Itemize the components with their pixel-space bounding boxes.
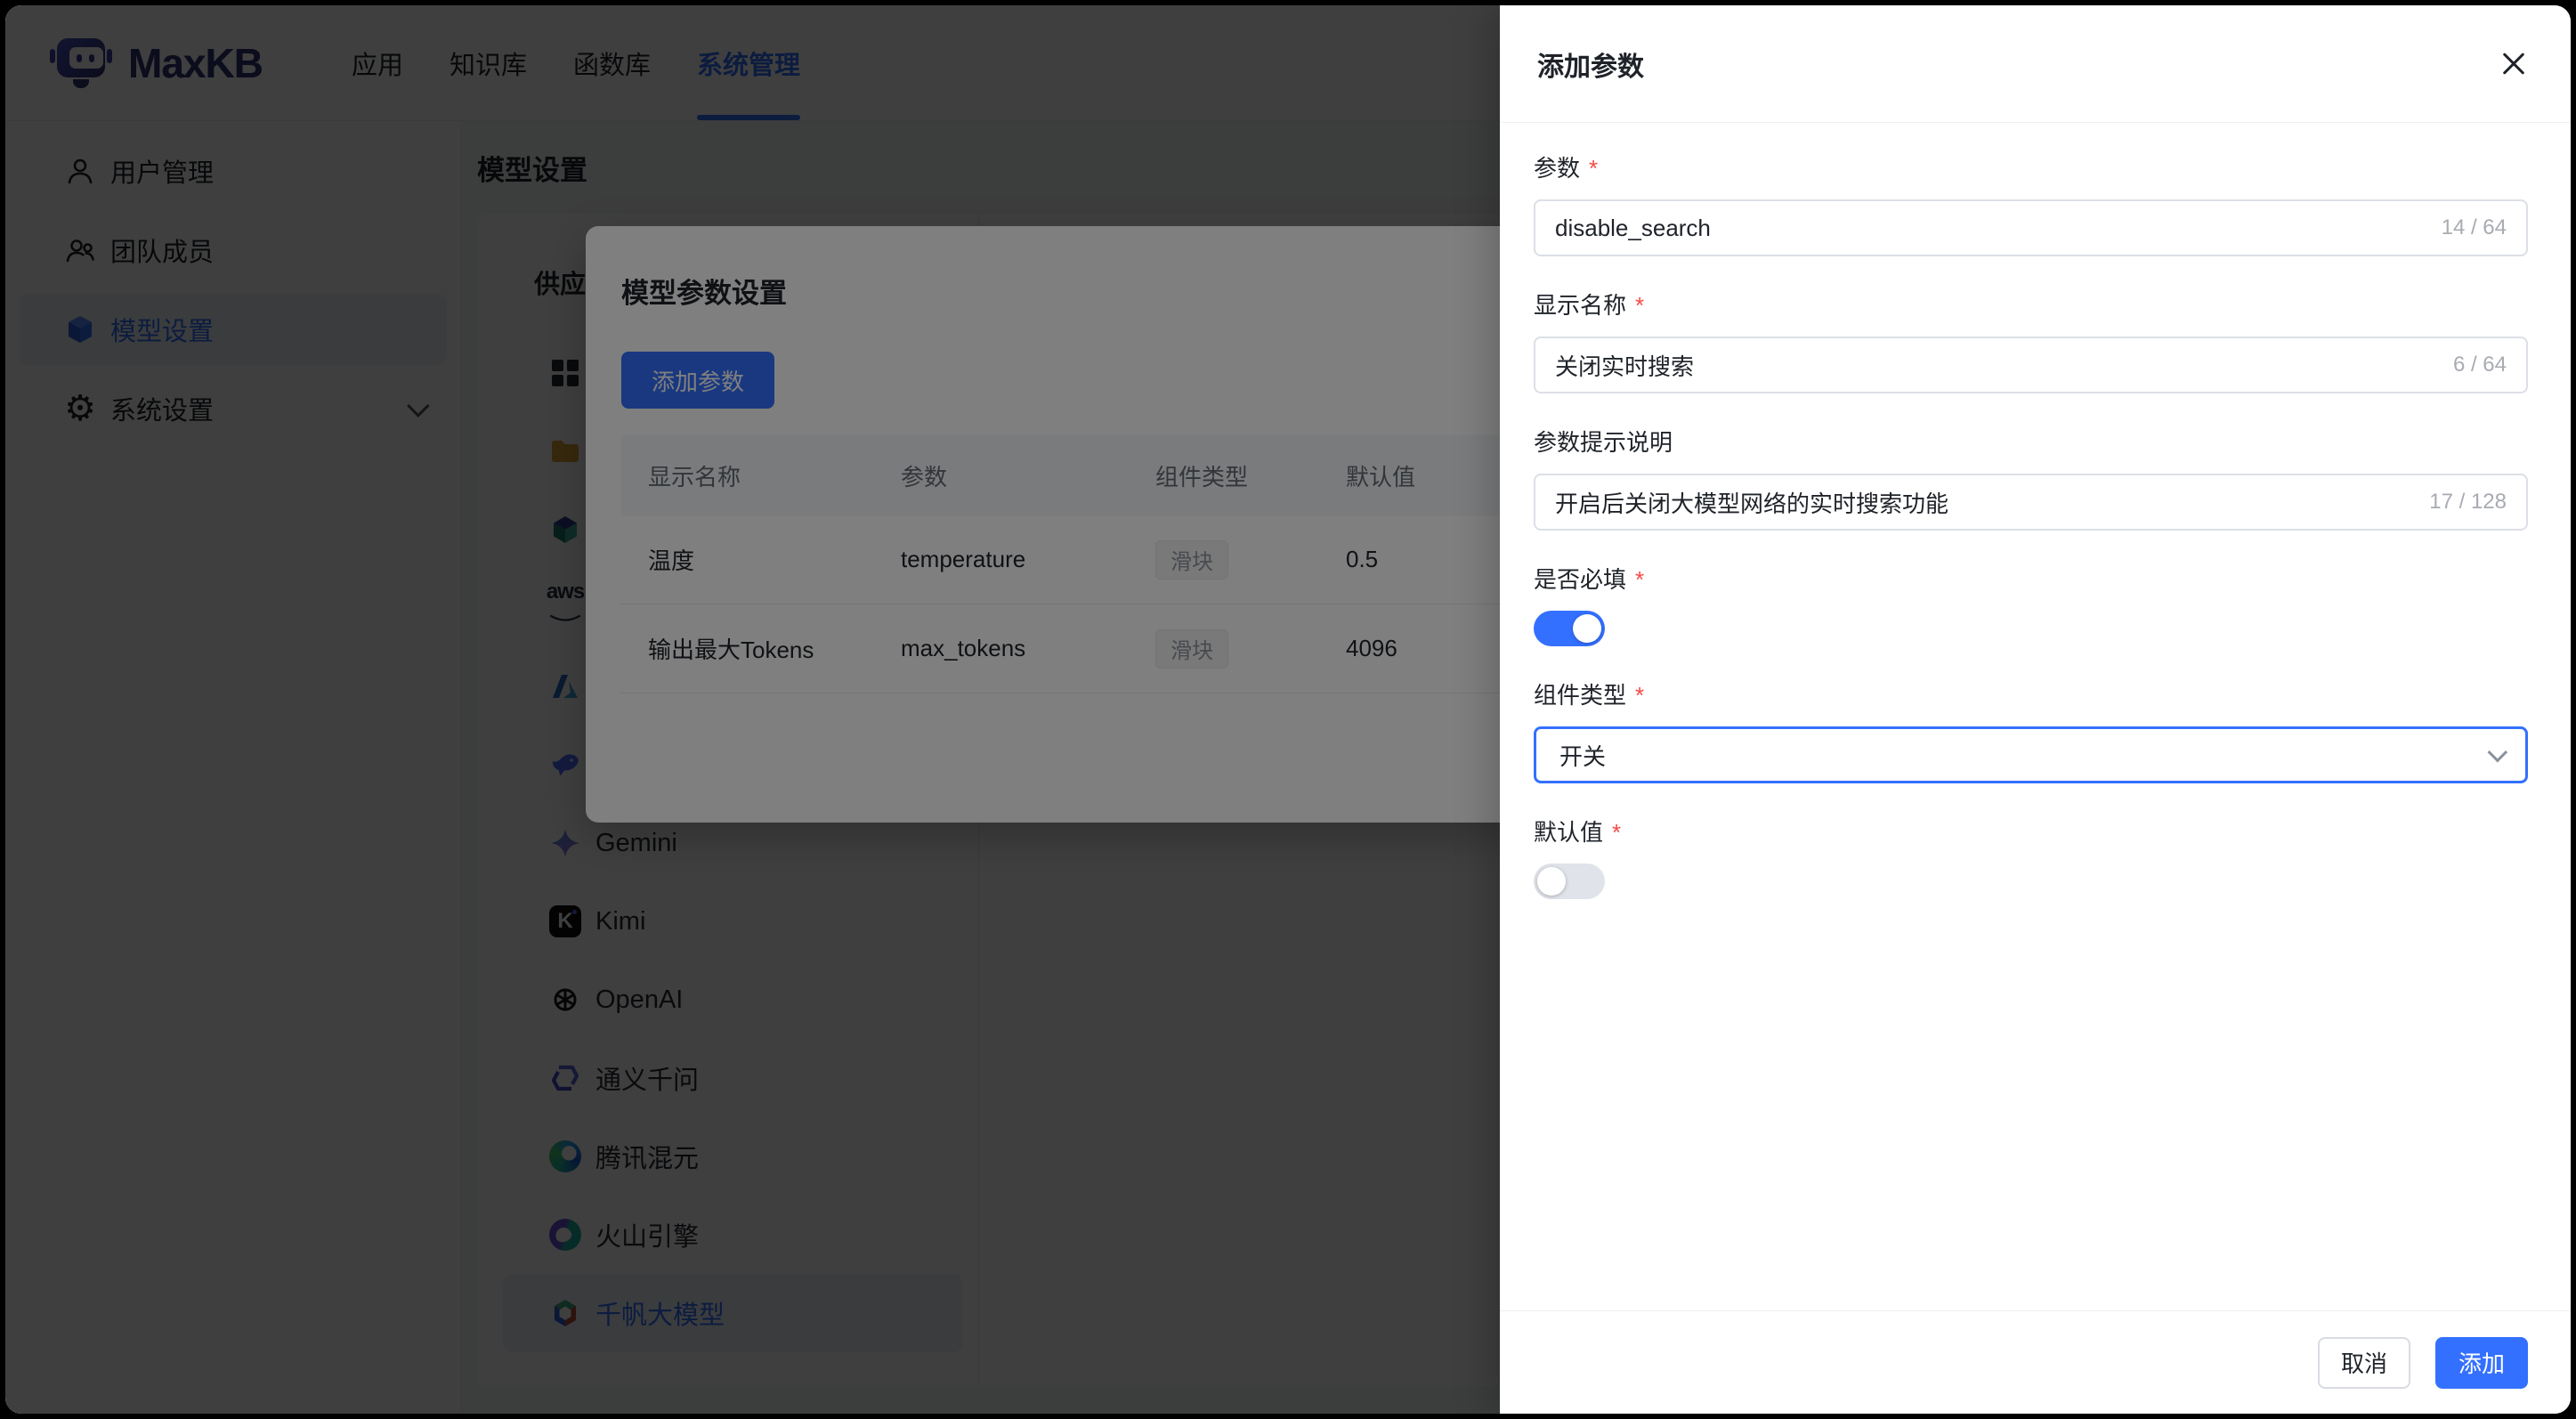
char-counter: 6 / 64 (2453, 353, 2507, 377)
required-mark: * (1635, 292, 1644, 319)
switch-knob (1573, 614, 1601, 643)
param-field-label: 参数* (1534, 155, 2528, 182)
confirm-add-button[interactable]: 添加 (2435, 1337, 2528, 1389)
required-mark: * (1635, 566, 1644, 593)
param-input[interactable]: disable_search 14 / 64 (1534, 199, 2528, 256)
required-mark: * (1612, 819, 1621, 846)
tip-input[interactable]: 开启后关闭大模型网络的实时搜索功能 17 / 128 (1534, 474, 2528, 531)
display-name-field-label: 显示名称* (1534, 292, 2528, 319)
add-param-drawer: 添加参数 参数* disable_search 14 / 64 显示名称* 关闭… (1500, 5, 2571, 1414)
char-counter: 14 / 64 (2442, 215, 2507, 240)
drawer-header: 添加参数 (1500, 5, 2571, 123)
drawer-title: 添加参数 (1537, 45, 1644, 84)
required-field-label: 是否必填* (1534, 566, 2528, 593)
switch-knob (1537, 867, 1566, 896)
close-icon[interactable] (2494, 45, 2533, 84)
display-name-input[interactable]: 关闭实时搜索 6 / 64 (1534, 337, 2528, 393)
required-mark: * (1589, 155, 1598, 182)
required-switch[interactable] (1534, 611, 1605, 646)
char-counter: 17 / 128 (2429, 490, 2507, 515)
drawer-footer: 取消 添加 (1500, 1310, 2571, 1414)
drawer-body: 参数* disable_search 14 / 64 显示名称* 关闭实时搜索 … (1500, 123, 2571, 899)
default-value-field-label: 默认值* (1534, 819, 2528, 846)
chevron-down-icon (2488, 742, 2508, 763)
component-type-field-label: 组件类型* (1534, 682, 2528, 709)
app-window: MaxKB 应用 知识库 函数库 系统管理 用户管理 团队成员 模型设置 (5, 5, 2571, 1414)
component-type-select[interactable]: 开关 (1534, 726, 2528, 783)
required-mark: * (1635, 682, 1644, 709)
cancel-button[interactable]: 取消 (2318, 1337, 2410, 1389)
tip-field-label: 参数提示说明 (1534, 429, 2528, 456)
default-value-switch[interactable] (1534, 864, 1605, 899)
